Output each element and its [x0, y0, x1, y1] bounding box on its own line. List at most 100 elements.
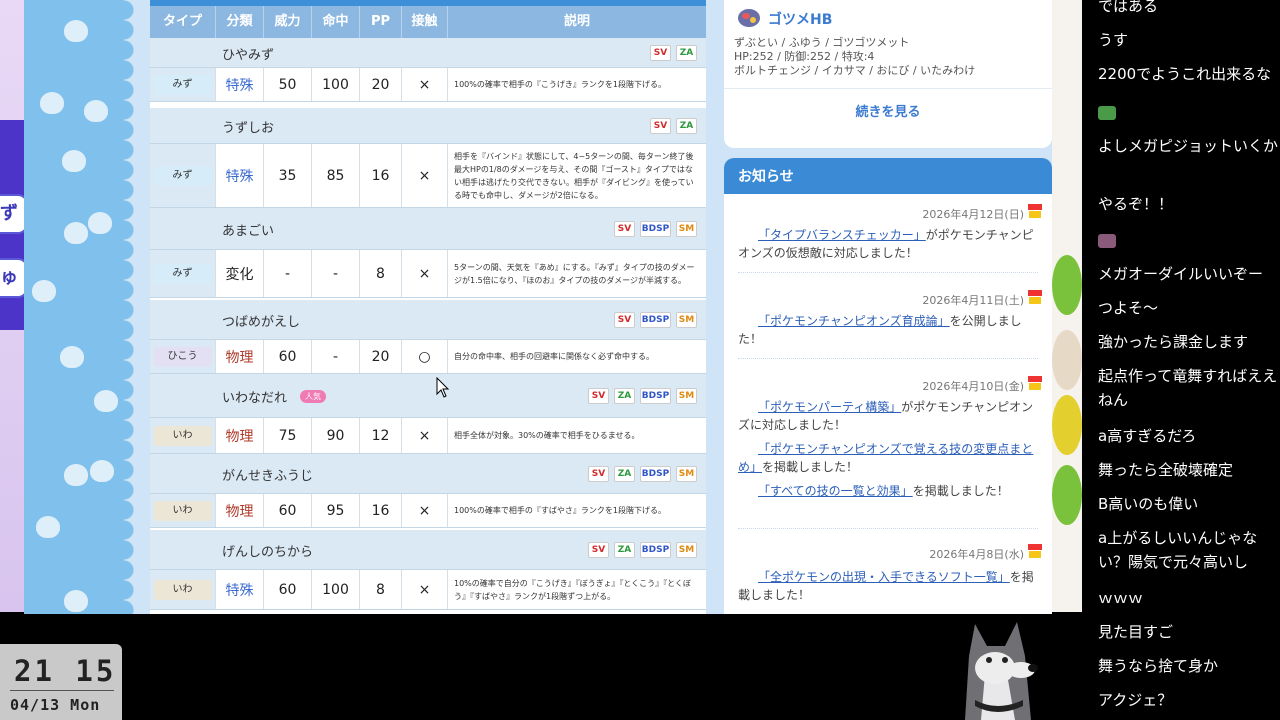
news-link[interactable]: 「すべての技の一覧と効果」	[758, 484, 913, 498]
paw-icon	[64, 222, 88, 244]
news-date: 2026年4月11日(土)	[922, 294, 1024, 307]
read-more-link[interactable]: 続きを見る	[724, 88, 1052, 120]
news-date: 2026年4月8日(水)	[929, 548, 1024, 561]
news-link[interactable]: 「タイプバランスチェッカー」	[758, 228, 926, 242]
background-right-strip	[1052, 0, 1082, 612]
paw-icon	[90, 460, 114, 482]
game-version-badge[interactable]: BDSP	[640, 388, 671, 404]
move-name-row: いわなだれ 人気 SM BDSP ZA SV	[150, 374, 706, 418]
comment-message: 2200でようこれ出来るな	[1098, 65, 1272, 83]
right-sidebar: ゴツメHB ずぶとい / ふゆう / ゴツゴツメット HP:252 / 防御:2…	[718, 0, 1052, 614]
game-version-badge[interactable]: BDSP	[640, 221, 671, 237]
mouse-cursor-icon	[436, 377, 450, 398]
move-data-row: みず 変化 - -8 × 5ターンの間、天気を『あめ』にする。『みず』タイプの技のダメージ…	[150, 250, 706, 298]
paw-icon	[64, 464, 88, 486]
move-name[interactable]: げんしのちから	[222, 541, 313, 560]
move-power: 50	[264, 68, 312, 101]
move-type-cell: みず	[150, 250, 216, 297]
move-pp: 16	[360, 144, 402, 207]
move-accuracy: -	[312, 340, 360, 373]
move-name-row: つばめがえし SM BDSP SV	[150, 300, 706, 340]
game-version-badge[interactable]: SV	[650, 45, 671, 61]
game-version-badge[interactable]: ZA	[676, 118, 697, 134]
move-pp: 8	[360, 570, 402, 609]
move-power: 60	[264, 340, 312, 373]
game-version-badge[interactable]: SV	[650, 118, 671, 134]
game-version-badge[interactable]: ZA	[614, 542, 635, 558]
type-badge: いわ	[153, 500, 212, 521]
game-version-badge[interactable]: SV	[588, 466, 609, 482]
game-version-badge[interactable]: SM	[676, 312, 697, 328]
move-name[interactable]: うずしお	[222, 117, 274, 136]
game-version-badge[interactable]: SM	[676, 221, 697, 237]
game-version-badge[interactable]: SM	[676, 542, 697, 558]
news-item: 「ポケモンチャンピオンズで覚える技の変更点まとめ」を掲載しました！	[738, 440, 1034, 476]
game-version-badge[interactable]: BDSP	[640, 466, 671, 482]
comment-message: やるぞ！！	[1098, 195, 1174, 213]
game-version-badge[interactable]: ZA	[614, 388, 635, 404]
game-version-badge[interactable]: SM	[676, 388, 697, 404]
game-version-badge[interactable]: SV	[588, 388, 609, 404]
type-badge: ひこう	[153, 346, 212, 367]
move-name[interactable]: あまごい	[222, 220, 274, 239]
move-power: -	[264, 250, 312, 297]
comment-message: ｗｗｗ	[1098, 589, 1144, 607]
browser-content: タイプ 分類 威力 命中 PP 接触 説明 ひやみず ZA SV みず 特殊 50 100 2…	[24, 0, 1052, 614]
move-category: 変化	[216, 250, 264, 297]
decor-shape	[1052, 255, 1082, 315]
game-version-badge[interactable]: BDSP	[640, 312, 671, 328]
pokemon-icon	[738, 9, 760, 27]
pokemon-build-name[interactable]: ゴツメHB	[768, 9, 832, 29]
move-contact: ×	[402, 250, 448, 297]
col-type: タイプ	[150, 6, 216, 38]
col-category: 分類	[216, 6, 264, 38]
paw-icon	[64, 590, 88, 612]
decor-shape	[1052, 395, 1082, 455]
comment-feed: ではある うす 2200でようこれ出来るな よしメガピジョットいくか やるぞ！！ メガオー…	[1082, 0, 1280, 720]
move-name-row: げんしのちから SM BDSP ZA SV	[150, 530, 706, 570]
move-category: 特殊	[216, 144, 264, 207]
move-name[interactable]: いわなだれ	[222, 387, 287, 406]
move-category: 特殊	[216, 68, 264, 101]
game-version-badge[interactable]: SM	[676, 466, 697, 482]
move-contact: ×	[402, 68, 448, 101]
paw-icon	[60, 346, 84, 368]
news-link[interactable]: 「ポケモンパーティ構築」	[758, 400, 901, 414]
move-data-row: みず 特殊 35 85 16 × 相手を『バインド』状態にして、4~5ターンの間、毎ターン終…	[150, 144, 706, 208]
paw-pattern-panel	[24, 0, 136, 614]
decor-shape	[1052, 330, 1082, 390]
move-name[interactable]: ひやみず	[222, 44, 274, 63]
comment-message: 舞ったら全破壊確定	[1098, 461, 1234, 479]
table-header: タイプ 分類 威力 命中 PP 接触 説明	[150, 0, 706, 38]
move-category: 物理	[216, 494, 264, 527]
comment-message: アクジェ？	[1098, 691, 1173, 709]
game-version-badge[interactable]: SV	[614, 221, 635, 237]
game-version-badge[interactable]: SV	[614, 312, 635, 328]
move-contact: ×	[402, 418, 448, 453]
news-text: を掲載しました！	[912, 484, 1009, 498]
game-version-badge[interactable]: ZA	[676, 45, 697, 61]
game-version-badge[interactable]: BDSP	[640, 542, 671, 558]
news-link[interactable]: 「全ポケモンの出現・入手できるソフト一覧」	[758, 570, 1010, 584]
news-item: 「すべての技の一覧と効果」を掲載しました！	[738, 482, 1034, 500]
comment-message: 強かったら課金します	[1098, 333, 1249, 351]
move-name[interactable]: つばめがえし	[222, 311, 300, 330]
move-accuracy: 85	[312, 144, 360, 207]
news-item: 「ポケモンチャンピオンズ育成論」を公開しました！	[738, 312, 1034, 348]
news-item: 「ポケモンパーティ構築」がポケモンチャンピオンズに対応しました！	[738, 398, 1034, 434]
decor-shape	[1052, 465, 1082, 525]
comment-message: ではある	[1098, 0, 1159, 15]
popular-badge: 人気	[300, 390, 326, 403]
move-contact: ○	[402, 340, 448, 373]
paw-icon	[94, 390, 118, 412]
emote-icon	[1098, 234, 1116, 248]
move-accuracy: 100	[312, 570, 360, 609]
move-data-row: みず 特殊 50 100 20 × 100%の確率で相手の『こうげき』ランクを1段階下げる。	[150, 68, 706, 102]
move-name-row: うずしお ZA SV	[150, 108, 706, 144]
game-version-badge[interactable]: ZA	[614, 466, 635, 482]
new-badge-icon	[1028, 204, 1042, 218]
move-name[interactable]: がんせきふうじ	[222, 465, 313, 484]
game-version-badge[interactable]: SV	[588, 542, 609, 558]
news-link[interactable]: 「ポケモンチャンピオンズ育成論」	[758, 314, 950, 328]
news-date: 2026年4月12日(日)	[922, 208, 1024, 221]
